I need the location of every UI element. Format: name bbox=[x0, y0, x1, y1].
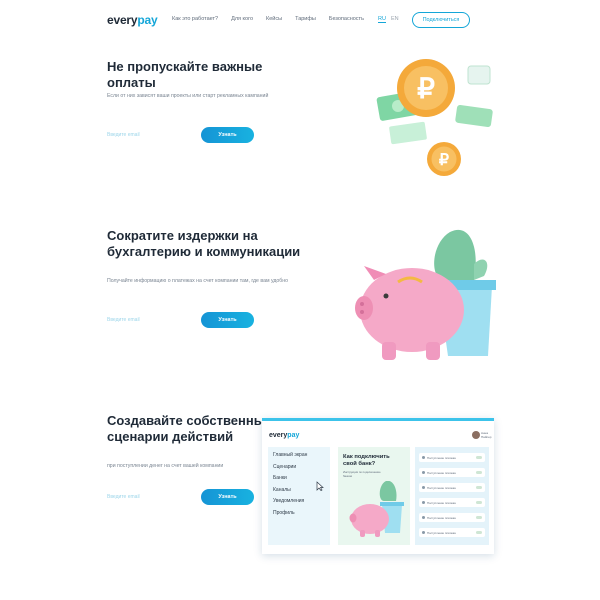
mockup-notification-list: Поступление платежа Поступление платежа … bbox=[415, 447, 489, 545]
connect-button[interactable]: Подключиться bbox=[412, 12, 470, 28]
email-field[interactable] bbox=[107, 128, 187, 142]
nav-pricing[interactable]: Тарифы bbox=[295, 16, 316, 22]
sidebar-item-profile: Профиль bbox=[273, 509, 295, 516]
mockup-sidebar: Главный экран Сценарии Банки Каналы Увед… bbox=[268, 447, 330, 545]
section-title: Сократите издержки на бухгалтерию и комм… bbox=[107, 228, 301, 259]
banknote-icon bbox=[455, 104, 493, 128]
avatar bbox=[472, 431, 480, 439]
lang-ru[interactable]: RU bbox=[378, 16, 386, 23]
ruble-coin-icon: ₽ bbox=[427, 142, 461, 176]
list-item: Поступление платежа bbox=[419, 528, 485, 537]
learn-more-button[interactable]: Узнать bbox=[201, 489, 254, 505]
mockup-logo: everypay bbox=[269, 432, 300, 439]
language-switch: RU EN bbox=[378, 16, 399, 23]
svg-text:₽: ₽ bbox=[439, 152, 449, 169]
banknote-icon bbox=[467, 65, 491, 85]
piggy-bank-icon bbox=[349, 481, 404, 537]
nav-how-it-works[interactable]: Как это работает? bbox=[172, 16, 218, 22]
mockup-promo-card: Как подключить свой банк? Инструкция по … bbox=[338, 447, 410, 545]
nav-cases[interactable]: Кейсы bbox=[266, 16, 282, 22]
list-item: Поступление платежа bbox=[419, 498, 485, 507]
main-nav: Как это работает? Для кого Кейсы Тарифы … bbox=[172, 16, 364, 22]
learn-more-button[interactable]: Узнать bbox=[201, 127, 254, 143]
mockup-user-name: Анна Пайпер bbox=[481, 431, 492, 439]
learn-more-button[interactable]: Узнать bbox=[201, 312, 254, 328]
section-subtitle: Если от них зависят ваши проекты или ста… bbox=[107, 93, 269, 99]
promo-text: Инструкция по подключению банков bbox=[343, 470, 381, 478]
section-subtitle: Получайте информацию о платежах на счет … bbox=[107, 278, 289, 284]
section-title: Не пропускайте важные оплаты bbox=[107, 59, 263, 90]
list-item: Поступление платежа bbox=[419, 453, 485, 462]
sidebar-item-notifications: Уведомления bbox=[273, 498, 305, 504]
app-mockup: everypay Анна Пайпер Главный экран Сцена… bbox=[262, 418, 494, 554]
email-field[interactable] bbox=[107, 313, 187, 327]
piggy-illustration bbox=[355, 229, 496, 360]
cursor-icon bbox=[316, 481, 324, 491]
lang-en[interactable]: EN bbox=[391, 16, 399, 23]
sidebar-item-scenarios: Сценарии bbox=[273, 463, 297, 470]
header: everypay Как это работает? Для кого Кейс… bbox=[0, 0, 600, 40]
list-item: Поступление платежа bbox=[419, 468, 485, 477]
logo[interactable]: everypay bbox=[107, 13, 158, 27]
list-item: Поступление платежа bbox=[419, 483, 485, 492]
nav-security[interactable]: Безопасность bbox=[329, 16, 364, 22]
email-field[interactable] bbox=[107, 490, 187, 504]
cactus-icon bbox=[434, 229, 488, 280]
promo-title: Как подключить свой банк? bbox=[343, 454, 390, 467]
list-item: Поступление платежа bbox=[419, 513, 485, 522]
svg-text:₽: ₽ bbox=[417, 73, 435, 104]
ruble-coin-icon: ₽ bbox=[397, 59, 455, 117]
coins-illustration: ₽ ₽ bbox=[376, 59, 493, 176]
nav-for-whom[interactable]: Для кого bbox=[231, 16, 253, 22]
sidebar-item-home: Главный экран bbox=[273, 452, 308, 458]
